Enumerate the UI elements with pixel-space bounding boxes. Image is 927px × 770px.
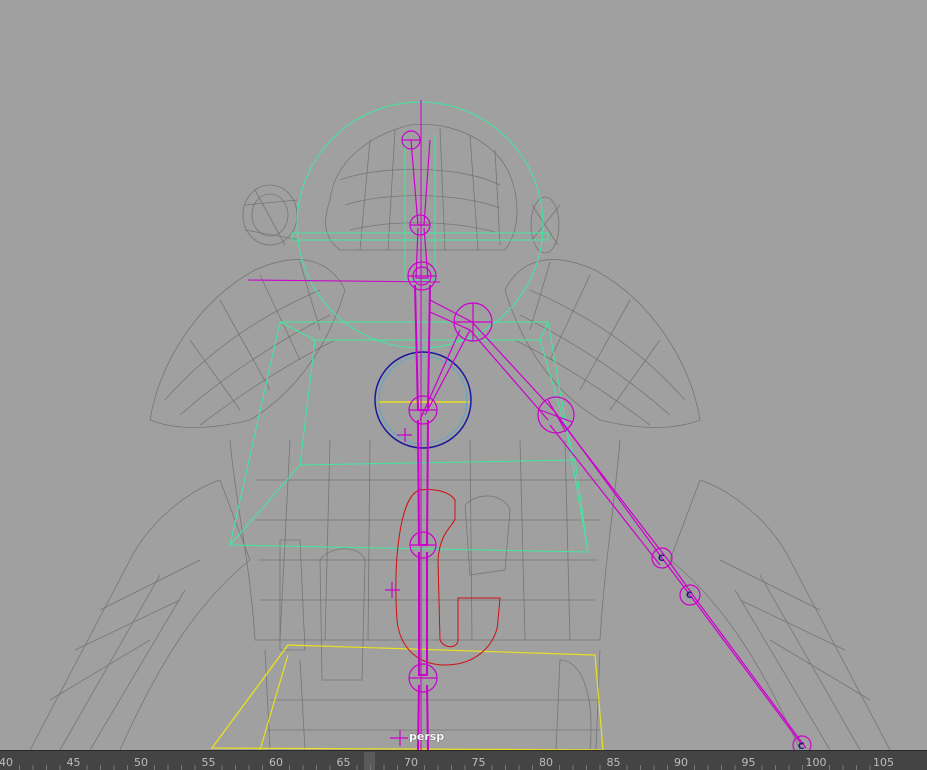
twist-label-c-2: C (686, 591, 693, 601)
head-guide-box[interactable] (404, 135, 436, 281)
timeline-tick-label: 50 (134, 756, 148, 769)
timeline-tick-label: 90 (674, 756, 688, 769)
time-slider-ruler[interactable]: 40 45 50 55 60 65 70 75 80 85 90 95 100 105 (0, 751, 927, 770)
joint-neck[interactable] (407, 261, 437, 291)
timeline-tick-label: 85 (607, 756, 621, 769)
timeline-tick-label: 105 (873, 756, 894, 769)
timeline-tick-label: 55 (202, 756, 216, 769)
chest-control-box[interactable] (229, 321, 589, 553)
joint-clavicle[interactable] (453, 302, 493, 342)
joint-spine[interactable] (409, 531, 437, 559)
timeline-tick-label: 95 (742, 756, 756, 769)
timeline-tick-label: 80 (539, 756, 553, 769)
camera-name-label: persp (409, 730, 445, 743)
joint-chest[interactable] (408, 395, 438, 425)
pelvis-control-curve[interactable] (210, 401, 604, 750)
spine-control-curve[interactable] (395, 489, 501, 666)
timeline-tick-label: 70 (404, 756, 418, 769)
timeline-tick-label: 75 (472, 756, 486, 769)
timeline-playhead[interactable] (364, 752, 375, 770)
character-mesh-wireframe[interactable] (29, 123, 891, 750)
timeline-tick-label: 100 (806, 756, 827, 769)
timeline-tick-label: 45 (67, 756, 81, 769)
chest-rotate-ring[interactable] (374, 351, 472, 449)
twist-label-c-3: C (798, 742, 805, 750)
timeline-tick-label: 60 (269, 756, 283, 769)
time-slider[interactable]: 40 45 50 55 60 65 70 75 80 85 90 95 100 105 (0, 750, 927, 770)
scene-wireframe[interactable]: C C C (0, 0, 927, 750)
timeline-tick-label: 65 (337, 756, 351, 769)
neck-control-box[interactable] (291, 232, 549, 241)
3d-viewport[interactable]: C C C persp (0, 0, 927, 750)
timeline-tick-label: 40 (0, 756, 13, 769)
joint-head[interactable] (409, 214, 431, 236)
twist-label-c-1: C (658, 554, 665, 564)
joint-hips[interactable] (408, 663, 438, 693)
